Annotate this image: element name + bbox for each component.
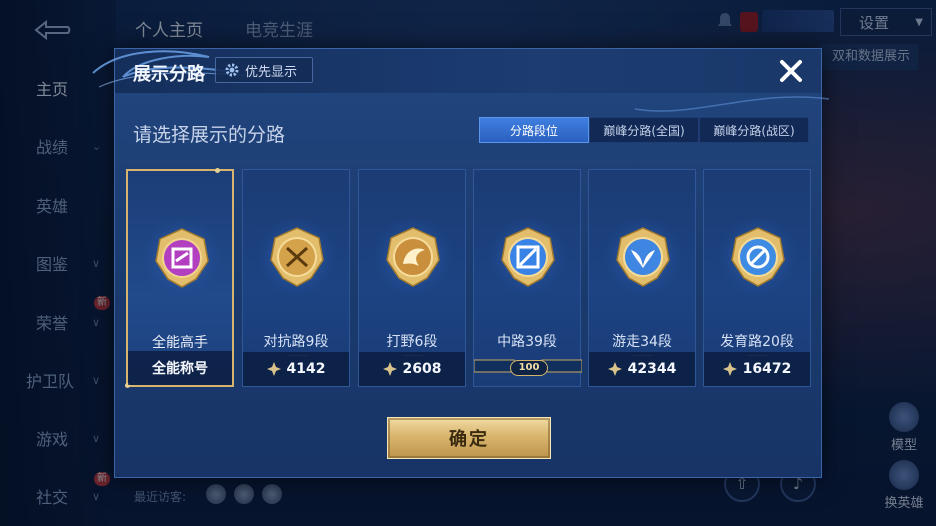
priority-display-button[interactable]: 优先显示 — [215, 57, 313, 83]
lane-name: 发育路20段 — [720, 334, 794, 350]
lane-score: 42344 — [589, 352, 695, 386]
tab-peak-region[interactable]: 巅峰分路(战区) — [699, 117, 809, 143]
dialog-subtitle: 请选择展示的分路 — [133, 124, 286, 146]
lane-card-support[interactable]: 游走34段 42344 — [588, 169, 696, 387]
gear-icon — [225, 63, 239, 77]
corner-dot — [215, 168, 220, 173]
mid-lane-emblem-icon — [501, 227, 555, 287]
jungle-emblem-icon — [386, 227, 440, 287]
star-score-icon — [266, 362, 281, 376]
tab-peak-national[interactable]: 巅峰分路(全国) — [589, 117, 699, 143]
lane-card-all-round[interactable]: 全能高手 全能称号 — [125, 168, 234, 388]
lane-card-mid[interactable]: 中路39段 100 — [473, 169, 582, 387]
lane-display-dialog: 展示分路 优先显示 请选择展示的分路 分路段位 巅峰分路(全国) 巅峰分路(战区… — [92, 48, 830, 478]
tab-lane-rank[interactable]: 分路段位 — [479, 117, 589, 143]
mastery-badge: 100 — [510, 360, 548, 376]
lane-name: 游走34段 — [612, 334, 672, 350]
all-round-emblem-icon — [155, 228, 209, 288]
lane-score: 2608 — [359, 352, 465, 386]
close-icon[interactable] — [775, 55, 807, 87]
lane-tabs: 分路段位 巅峰分路(全国) 巅峰分路(战区) — [479, 117, 809, 143]
lane-name: 打野6段 — [386, 334, 438, 350]
farm-lane-emblem-icon — [731, 227, 785, 287]
star-score-icon — [722, 362, 737, 376]
lane-card-jungle[interactable]: 打野6段 2608 — [358, 169, 466, 387]
confirm-button[interactable]: 确定 — [387, 417, 551, 459]
support-emblem-icon — [616, 227, 670, 287]
lane-name: 对抗路9段 — [263, 334, 329, 350]
lane-score: 16472 — [704, 352, 810, 386]
top-lane-emblem-icon — [270, 227, 324, 287]
lane-score: 4142 — [243, 352, 349, 386]
all-round-title: 全能称号 — [128, 351, 232, 385]
star-score-icon — [382, 362, 397, 376]
lane-name: 全能高手 — [152, 335, 208, 351]
lane-name: 中路39段 — [497, 334, 557, 350]
lane-card-farm[interactable]: 发育路20段 16472 — [703, 169, 811, 387]
star-score-icon — [607, 362, 622, 376]
lane-card-top[interactable]: 对抗路9段 4142 — [242, 169, 350, 387]
dialog-title: 展示分路 — [133, 64, 205, 85]
